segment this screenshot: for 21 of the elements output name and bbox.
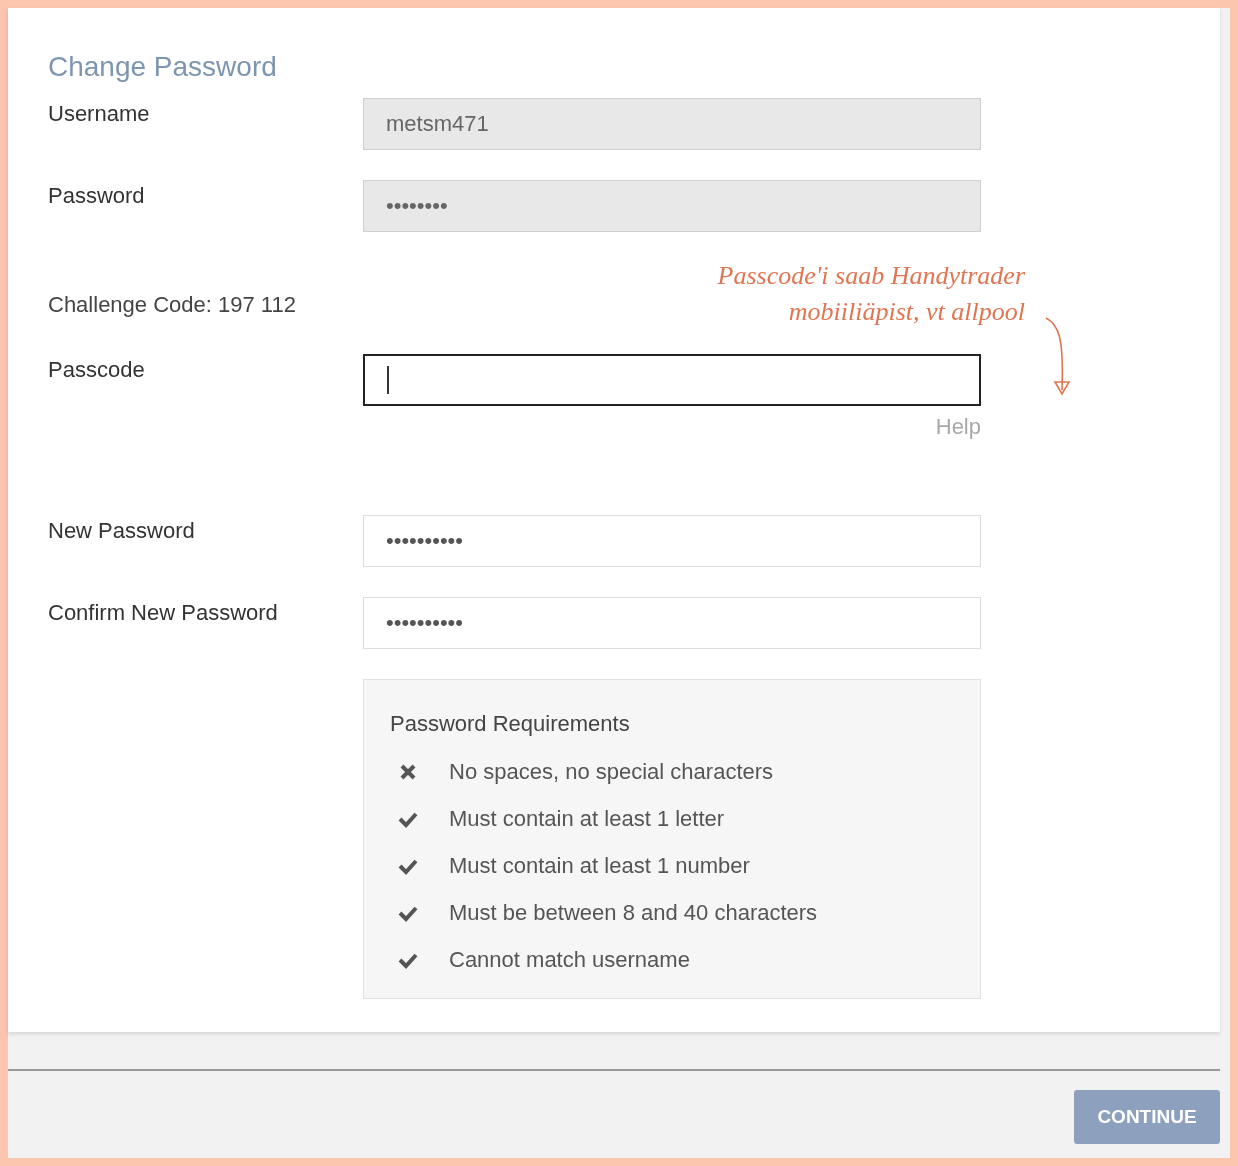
input-field[interactable]: •••••••••• xyxy=(363,515,981,567)
field-label: Confirm New Password xyxy=(48,599,279,627)
requirement-text: Must contain at least 1 number xyxy=(449,852,750,879)
field-label: Password xyxy=(48,182,146,210)
field-label: Passcode xyxy=(48,356,146,384)
requirement-text: Must contain at least 1 letter xyxy=(449,805,725,832)
field-label: New Password xyxy=(48,517,196,545)
challenge-code: Challenge Code: 197 112 xyxy=(48,292,296,317)
input-field[interactable] xyxy=(363,354,981,406)
text-cursor xyxy=(387,366,389,394)
help-link[interactable]: Help xyxy=(935,416,981,438)
field-label: Username xyxy=(48,100,151,128)
requirements-title: Password Requirements xyxy=(390,710,631,738)
annotation-text: mobiiliäpist, vt allpool xyxy=(787,296,1025,328)
form-title: Change Password xyxy=(48,52,278,82)
requirement-text: Cannot match username xyxy=(449,946,690,973)
input-field[interactable]: •••••••••• xyxy=(363,597,981,649)
requirement-text: No spaces, no special characters xyxy=(449,758,774,785)
annotation-text: Passcode'i saab Handytrader xyxy=(717,260,1025,292)
continue-button[interactable]: CONTINUE xyxy=(1074,1090,1220,1144)
requirement-text: Must be between 8 and 40 characters xyxy=(449,899,818,926)
